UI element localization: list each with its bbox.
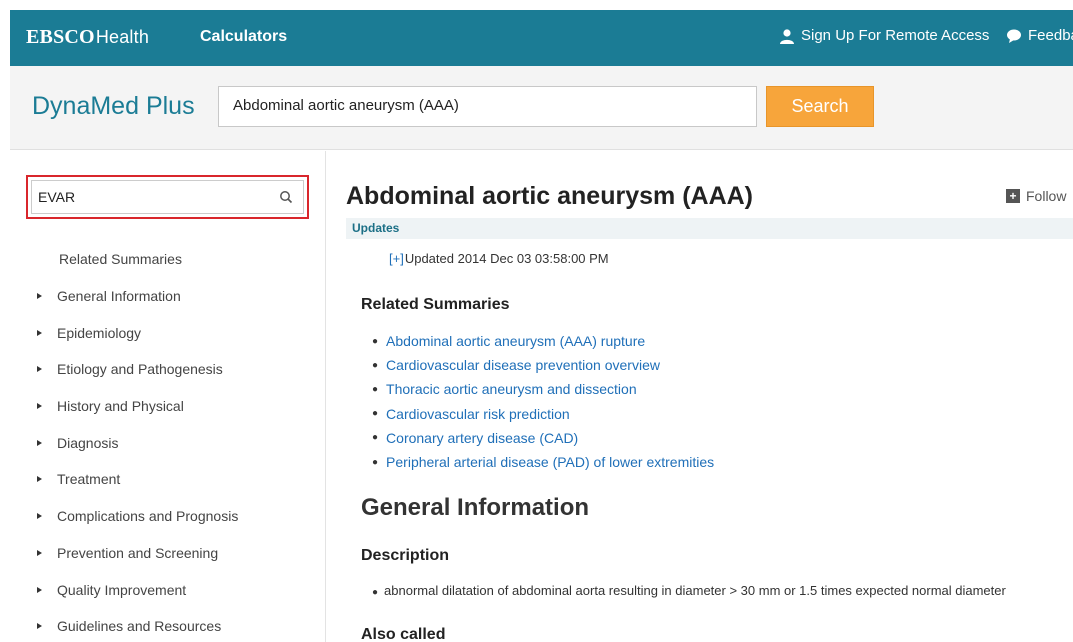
bullet-icon: ● [372, 456, 379, 468]
ebsco-health-logo[interactable]: EBSCOHealth [26, 26, 149, 49]
search-icon[interactable] [279, 190, 293, 204]
toc-item-label: Diagnosis [57, 434, 119, 451]
toc-item-quality-improvement[interactable]: Quality Improvement [32, 571, 238, 608]
main-content: Abdominal aortic aneurysm (AAA) + Follow… [346, 151, 1073, 642]
expand-arrow-icon[interactable] [37, 329, 42, 336]
signup-label: Sign Up For Remote Access [801, 27, 990, 44]
toc-item-history-physical[interactable]: History and Physical [32, 388, 238, 425]
brand-bold: EBSCO [26, 26, 95, 48]
sidebar-search-value: EVAR [38, 189, 76, 205]
bullet-icon: ● [372, 432, 379, 444]
related-summaries-list: ● Abdominal aortic aneurysm (AAA) rupture… [372, 329, 714, 474]
updates-header: Updates [346, 218, 1073, 239]
follow-button[interactable]: + Follow [1006, 188, 1066, 204]
expand-arrow-icon[interactable] [37, 439, 42, 446]
related-link[interactable]: Peripheral arterial disease (PAD) of low… [386, 454, 714, 470]
expand-arrow-icon[interactable] [37, 586, 42, 593]
user-icon [780, 28, 794, 44]
list-item: ● Cardiovascular risk prediction [372, 402, 714, 426]
sidebar-search-highlight: EVAR [26, 175, 309, 219]
related-link[interactable]: Cardiovascular risk prediction [386, 406, 570, 422]
toc-item-label: General Information [57, 288, 181, 305]
related-link[interactable]: Coronary artery disease (CAD) [386, 430, 578, 446]
toc-item-prevention[interactable]: Prevention and Screening [32, 535, 238, 572]
bullet-icon: ● [372, 359, 379, 371]
table-of-contents: Related Summaries General Information Ep… [32, 241, 238, 642]
toc-item-guidelines[interactable]: Guidelines and Resources [32, 608, 238, 642]
signup-remote-access-link[interactable]: Sign Up For Remote Access [779, 27, 989, 44]
expand-arrow-icon[interactable] [37, 293, 42, 300]
expand-updates-link[interactable]: [+] [389, 251, 404, 266]
brand-thin: Health [95, 27, 150, 47]
feedback-label: Feedback [1028, 27, 1073, 44]
calculators-link[interactable]: Calculators [200, 28, 287, 46]
related-link[interactable]: Abdominal aortic aneurysm (AAA) rupture [386, 333, 645, 349]
description-text: abnormal dilatation of abdominal aorta r… [384, 583, 1006, 598]
main-search-input[interactable]: Abdominal aortic aneurysm (AAA) [218, 86, 757, 127]
list-item: ● Peripheral arterial disease (PAD) of lo… [372, 450, 714, 474]
updated-line: [+]Updated 2014 Dec 03 03:58:00 PM [389, 251, 609, 266]
search-header: DynaMed Plus Abdominal aortic aneurysm (… [10, 66, 1073, 150]
toc-item-label: Related Summaries [59, 251, 182, 268]
expand-arrow-icon[interactable] [37, 513, 42, 520]
toc-item-general-information[interactable]: General Information [32, 278, 238, 315]
description-heading: Description [361, 547, 450, 564]
list-item: ● Thoracic aortic aneurysm and dissection [372, 377, 714, 401]
toc-item-diagnosis[interactable]: Diagnosis [32, 424, 238, 461]
search-button[interactable]: Search [766, 86, 874, 127]
toc-item-etiology[interactable]: Etiology and Pathogenesis [32, 351, 238, 388]
related-link[interactable]: Cardiovascular disease prevention overvi… [386, 357, 660, 373]
follow-label: Follow [1026, 188, 1067, 204]
bullet-icon: ● [372, 383, 379, 395]
plus-icon: + [1006, 189, 1020, 203]
expand-arrow-icon[interactable] [37, 549, 42, 556]
toc-item-label: Complications and Prognosis [57, 508, 239, 525]
top-nav-bar: EBSCOHealth Calculators Sign Up For Remo… [10, 10, 1073, 66]
sidebar-search-input[interactable]: EVAR [31, 180, 304, 214]
updated-text: Updated 2014 Dec 03 03:58:00 PM [404, 251, 609, 266]
toc-item-related-summaries[interactable]: Related Summaries [32, 241, 238, 278]
speech-bubble-icon [1007, 29, 1021, 43]
list-item: ● Coronary artery disease (CAD) [372, 426, 714, 450]
related-summaries-heading: Related Summaries [361, 296, 510, 313]
toc-item-label: Epidemiology [57, 324, 142, 341]
toc-item-epidemiology[interactable]: Epidemiology [32, 314, 238, 351]
expand-arrow-icon[interactable] [37, 623, 42, 630]
toc-item-complications[interactable]: Complications and Prognosis [32, 498, 238, 535]
bullet-icon: ● [372, 335, 379, 347]
toc-item-label: History and Physical [57, 398, 184, 415]
toc-item-label: Treatment [57, 471, 121, 488]
expand-arrow-icon[interactable] [37, 403, 42, 410]
dynamed-plus-logo[interactable]: DynaMed Plus [32, 92, 195, 121]
sidebar: EVAR Related Summaries General Informati… [10, 151, 326, 642]
list-item: ● Cardiovascular disease prevention overv… [372, 353, 714, 377]
related-link[interactable]: Thoracic aortic aneurysm and dissection [386, 381, 637, 397]
bullet-icon: ● [372, 587, 379, 598]
list-item: ● Abdominal aortic aneurysm (AAA) rupture [372, 329, 714, 353]
toc-item-label: Prevention and Screening [57, 544, 219, 561]
general-information-heading: General Information [361, 494, 590, 521]
expand-arrow-icon[interactable] [37, 476, 42, 483]
bullet-icon: ● [372, 408, 379, 420]
toc-item-label: Etiology and Pathogenesis [57, 361, 223, 378]
expand-arrow-icon[interactable] [37, 366, 42, 373]
toc-item-label: Guidelines and Resources [57, 618, 222, 635]
also-called-heading: Also called [361, 626, 446, 642]
feedback-link[interactable]: Feedback [1006, 27, 1073, 44]
toc-item-label: Quality Improvement [57, 581, 187, 598]
page-title: Abdominal aortic aneurysm (AAA) [346, 182, 754, 210]
description-item: ● abnormal dilatation of abdominal aorta … [372, 583, 1006, 598]
toc-item-treatment[interactable]: Treatment [32, 461, 238, 498]
